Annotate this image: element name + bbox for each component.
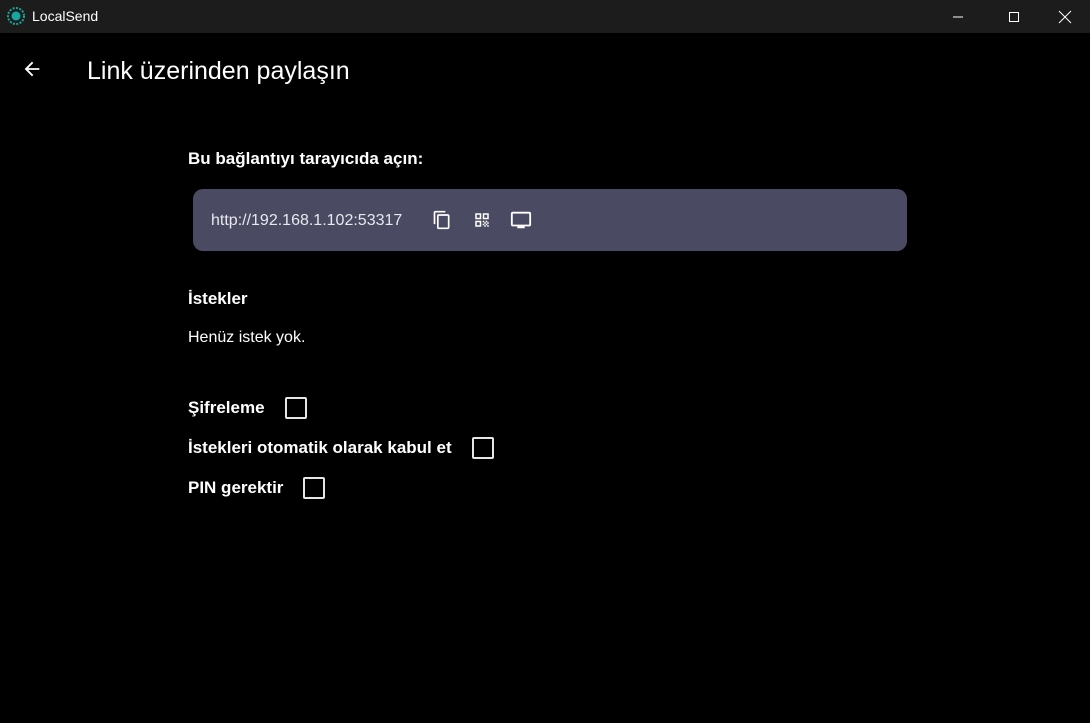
localsend-logo-icon bbox=[7, 7, 25, 25]
link-heading: Bu bağlantıyı tarayıcıda açın: bbox=[188, 149, 424, 168]
copy-icon bbox=[433, 210, 450, 230]
back-button[interactable] bbox=[12, 49, 52, 89]
close-icon bbox=[1058, 10, 1072, 23]
share-url[interactable]: http://192.168.1.102:53317 bbox=[211, 211, 402, 231]
option-require-pin: PIN gerektir bbox=[188, 473, 326, 503]
page-title: Link üzerinden paylaşın bbox=[87, 57, 350, 85]
requests-heading: İstekler bbox=[188, 289, 248, 308]
copy-button[interactable] bbox=[430, 208, 454, 232]
open-browser-button[interactable] bbox=[509, 208, 533, 232]
monitor-icon bbox=[510, 211, 532, 229]
encryption-checkbox[interactable] bbox=[284, 397, 307, 419]
window-title: LocalSend bbox=[32, 8, 99, 24]
option-label: İstekleri otomatik olarak kabul et bbox=[188, 438, 452, 457]
option-auto-accept: İstekleri otomatik olarak kabul et bbox=[188, 433, 494, 463]
minimize-icon bbox=[953, 16, 963, 17]
requests-empty-text: Henüz istek yok. bbox=[188, 329, 306, 346]
link-card: http://192.168.1.102:53317 bbox=[193, 189, 907, 251]
option-label: PIN gerektir bbox=[188, 478, 284, 497]
option-label: Şifreleme bbox=[188, 398, 265, 417]
auto-accept-checkbox[interactable] bbox=[471, 437, 494, 459]
qr-code-icon bbox=[475, 213, 489, 227]
option-encryption: Şifreleme bbox=[188, 393, 307, 423]
app-window: LocalSend Link üzerinden paylaşın Bu bağ… bbox=[0, 0, 1090, 723]
require-pin-checkbox[interactable] bbox=[303, 477, 326, 499]
minimize-button[interactable] bbox=[933, 0, 983, 33]
arrow-left-icon bbox=[24, 61, 40, 77]
maximize-button[interactable] bbox=[989, 0, 1039, 33]
maximize-icon bbox=[1009, 11, 1019, 22]
qr-code-button[interactable] bbox=[470, 208, 494, 232]
title-bar: LocalSend bbox=[0, 0, 1090, 33]
close-button[interactable] bbox=[1040, 0, 1090, 33]
